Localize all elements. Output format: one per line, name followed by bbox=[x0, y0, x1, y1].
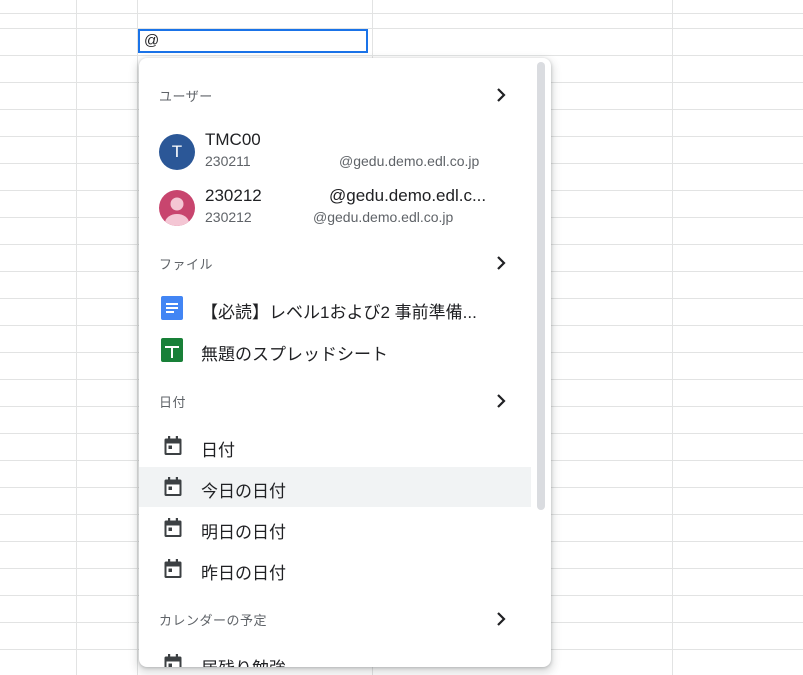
date-suggestion-item[interactable]: 明日の日付 bbox=[139, 508, 531, 548]
section-header-dates[interactable]: 日付 bbox=[139, 386, 534, 416]
user-name: TMC00 bbox=[205, 130, 261, 149]
file-suggestion-item[interactable]: 【必読】レベル1および2 事前準備... bbox=[139, 288, 531, 328]
google-sheets-icon bbox=[161, 338, 183, 362]
date-option-label: 今日の日付 bbox=[201, 482, 286, 501]
google-docs-icon bbox=[161, 296, 183, 320]
chevron-right-icon[interactable] bbox=[495, 393, 507, 409]
calendar-icon bbox=[164, 654, 182, 667]
user-email: @gedu.demo.edl.co.jp bbox=[313, 209, 454, 225]
avatar: T bbox=[159, 134, 195, 170]
user-id: 230211 bbox=[205, 153, 251, 169]
avatar bbox=[159, 190, 195, 226]
file-name: 【必読】レベル1および2 事前準備... bbox=[201, 303, 477, 322]
date-option-label: 明日の日付 bbox=[201, 523, 286, 542]
active-cell-editor[interactable]: @ bbox=[138, 29, 368, 53]
user-email: @gedu.demo.edl.co.jp bbox=[339, 153, 480, 169]
event-title: 居残り勉強 bbox=[201, 654, 286, 667]
date-option-label: 日付 bbox=[201, 441, 235, 460]
user-email-truncated: @gedu.demo.edl.c... bbox=[329, 186, 487, 205]
smart-chip-menu: ユーザー T TMC00 230211 @gedu.demo.edl.co.jp… bbox=[139, 58, 551, 667]
calendar-icon bbox=[164, 559, 182, 578]
file-suggestion-item[interactable]: 無題のスプレッドシート bbox=[139, 330, 531, 370]
user-suggestion-item[interactable]: T TMC00 230211 @gedu.demo.edl.co.jp bbox=[139, 126, 531, 180]
chevron-right-icon[interactable] bbox=[495, 611, 507, 627]
section-header-calendar-events[interactable]: カレンダーの予定 bbox=[139, 604, 534, 634]
section-header-files[interactable]: ファイル bbox=[139, 248, 534, 278]
calendar-icon bbox=[164, 436, 182, 455]
section-header-users[interactable]: ユーザー bbox=[139, 80, 534, 110]
default-person-icon bbox=[165, 197, 189, 226]
section-label: ファイル bbox=[159, 257, 214, 272]
popup-scrollbar[interactable] bbox=[537, 62, 545, 510]
chevron-right-icon[interactable] bbox=[495, 255, 507, 271]
date-suggestion-item-highlighted[interactable]: 今日の日付 bbox=[139, 467, 531, 507]
calendar-icon bbox=[164, 477, 182, 496]
user-name: 230212 bbox=[205, 186, 262, 205]
user-id: 230212 bbox=[205, 209, 252, 225]
section-label: ユーザー bbox=[159, 89, 213, 104]
date-option-label: 昨日の日付 bbox=[201, 564, 286, 583]
date-suggestion-item[interactable]: 昨日の日付 bbox=[139, 549, 531, 589]
calendar-icon bbox=[164, 518, 182, 537]
section-label: カレンダーの予定 bbox=[159, 613, 268, 628]
chevron-right-icon[interactable] bbox=[495, 87, 507, 103]
calendar-event-item[interactable]: 居残り勉強 bbox=[139, 644, 531, 667]
file-name: 無題のスプレッドシート bbox=[201, 345, 388, 364]
section-label: 日付 bbox=[159, 395, 187, 410]
user-suggestion-item[interactable]: 230212 @gedu.demo.edl.c... 230212 @gedu.… bbox=[139, 182, 531, 236]
date-suggestion-item[interactable]: 日付 bbox=[139, 426, 531, 466]
